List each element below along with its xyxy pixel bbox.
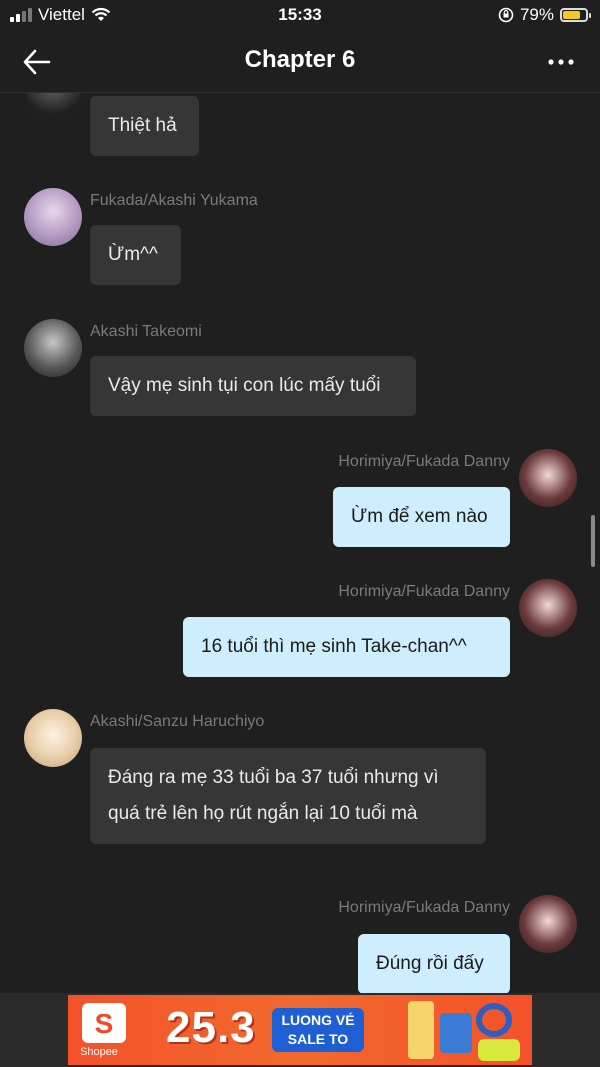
character-avatar[interactable] <box>519 449 577 507</box>
ad-brand: Shopee <box>80 1046 118 1058</box>
character-name: Akashi Takeomi <box>90 323 202 340</box>
orientation-lock-icon <box>498 7 514 23</box>
product-image <box>478 1039 520 1061</box>
message-bubble: Vậy mẹ sinh tụi con lúc mấy tuổi <box>90 356 416 416</box>
product-image <box>408 1001 434 1059</box>
character-name: Fukada/Akashi Yukama <box>90 192 258 209</box>
ad-promo-badge: LUONG VÉ SALE TO <box>272 1008 364 1052</box>
character-avatar[interactable] <box>519 895 577 953</box>
battery-info: 79% <box>498 5 591 25</box>
chapter-header: Chapter 6 <box>0 32 600 93</box>
ad-promo-line: SALE TO <box>287 1031 349 1047</box>
battery-icon <box>560 8 591 22</box>
ad-promo-line: LUONG VÉ <box>281 1012 355 1028</box>
ad-container: S Shopee 25.3 LUONG VÉ SALE TO <box>0 993 600 1067</box>
product-image <box>440 1013 472 1053</box>
ad-banner[interactable]: S Shopee 25.3 LUONG VÉ SALE TO <box>68 995 532 1065</box>
character-name: Horimiya/Fukada Danny <box>338 453 510 470</box>
character-avatar[interactable] <box>519 579 577 637</box>
page-title: Chapter 6 <box>244 46 356 73</box>
message-bubble: Thiệt hả <box>90 96 199 156</box>
message-bubble: 16 tuổi thì mẹ sinh Take-chan^^ <box>183 617 510 677</box>
message-bubble: Đúng rồi đấy <box>358 934 510 993</box>
character-avatar[interactable] <box>24 188 82 246</box>
more-options-icon[interactable] <box>546 50 576 74</box>
character-avatar[interactable] <box>24 319 82 377</box>
message-bubble: Đáng ra mẹ 33 tuổi ba 37 tuổi nhưng vì q… <box>90 748 486 844</box>
character-name: Akashi/Sanzu Haruchiyo <box>90 713 265 730</box>
scrollbar[interactable] <box>591 515 595 567</box>
chat-thread[interactable]: Thiệt hả Fukada/Akashi Yukama Ừm^^ Akash… <box>0 93 600 993</box>
status-bar: Viettel 15:33 79% <box>0 0 600 32</box>
character-name: Horimiya/Fukada Danny <box>338 583 510 600</box>
battery-percent: 79% <box>519 5 554 24</box>
ad-headline: 25.3 <box>166 1003 256 1052</box>
message-bubble: Ừm^^ <box>90 225 181 285</box>
shopee-logo: S <box>82 1003 126 1043</box>
headphones-icon <box>476 1003 512 1037</box>
character-avatar[interactable] <box>24 709 82 767</box>
character-avatar[interactable] <box>24 93 82 117</box>
message-bubble: Ừm để xem nào <box>333 487 510 547</box>
character-name: Horimiya/Fukada Danny <box>338 899 510 916</box>
